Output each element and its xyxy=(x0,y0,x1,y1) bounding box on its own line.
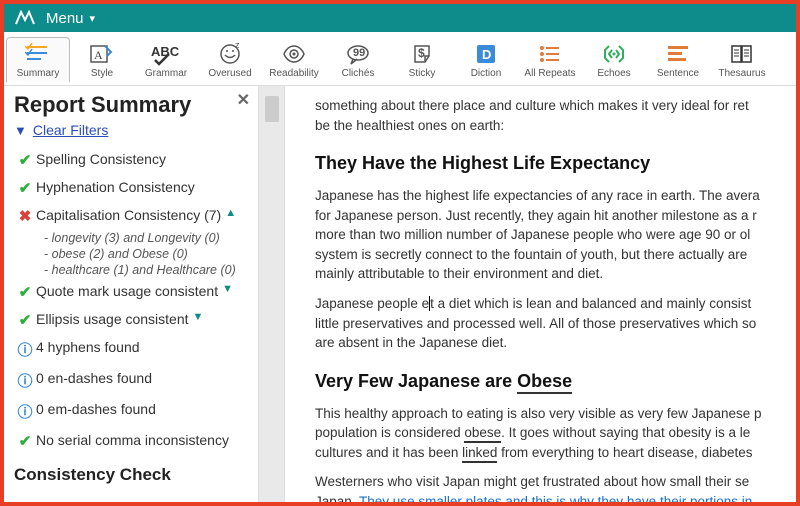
paragraph: This healthy approach to eating is also … xyxy=(315,404,796,463)
info-icon: ⓘ xyxy=(14,370,36,391)
paragraph: Westerners who visit Japan might get fru… xyxy=(315,472,796,502)
sub-item[interactable]: - obese (2) and Obese (0) xyxy=(44,246,258,262)
toolbar: Summary A Style ABC Grammar z Overused R… xyxy=(4,32,796,86)
error-icon: ✖ xyxy=(14,207,36,225)
check-icon: ✔ xyxy=(14,151,36,169)
echoes-icon xyxy=(601,40,627,68)
sidebar: ✕ Report Summary ▼ Clear Filters ✔Spelli… xyxy=(4,86,259,502)
sentence-icon xyxy=(665,40,691,68)
sub-item[interactable]: - healthcare (1) and Healthcare (0) xyxy=(44,262,258,278)
section-consistency: Consistency Check xyxy=(14,465,258,485)
diction-icon: D xyxy=(473,40,499,68)
toolbar-cliches[interactable]: 99 Clichés xyxy=(326,38,390,81)
svg-text:z: z xyxy=(235,42,240,50)
report-title: Report Summary xyxy=(14,92,258,118)
toolbar-overused[interactable]: z Overused xyxy=(198,38,262,81)
toolbar-grammar[interactable]: ABC Grammar xyxy=(134,38,198,81)
toolbar-diction[interactable]: D Diction xyxy=(454,38,518,81)
check-quotes[interactable]: ✔Quote mark usage consistent▼ xyxy=(14,278,258,306)
svg-text:A: A xyxy=(94,48,103,62)
check-hyphenation[interactable]: ✔Hyphenation Consistency xyxy=(14,174,258,202)
readability-icon xyxy=(281,40,307,68)
app-logo-icon xyxy=(14,9,36,27)
thesaurus-icon xyxy=(729,40,755,68)
expand-icon[interactable]: ▼ xyxy=(222,283,233,295)
toolbar-sticky[interactable]: $ Sticky xyxy=(390,38,454,81)
heading: They Have the Highest Life Expectancy xyxy=(315,153,796,174)
toolbar-summary[interactable]: Summary xyxy=(6,37,70,83)
check-icon: ✔ xyxy=(14,179,36,197)
menubar: Menu ▾ xyxy=(4,4,796,32)
flagged-word[interactable]: Obese xyxy=(517,371,572,394)
close-icon[interactable]: ✕ xyxy=(237,90,250,110)
overused-icon: z xyxy=(217,40,243,68)
flagged-phrase[interactable]: They use smaller plates and this is why … xyxy=(359,494,752,502)
minimap-gutter[interactable] xyxy=(259,86,285,502)
toolbar-echoes[interactable]: Echoes xyxy=(582,38,646,81)
check-capitalisation[interactable]: ✖Capitalisation Consistency (7)▲ xyxy=(14,202,258,230)
flagged-word[interactable]: linked xyxy=(462,445,497,463)
toolbar-style[interactable]: A Style xyxy=(70,38,134,81)
svg-text:99: 99 xyxy=(353,47,365,59)
paragraph: Japanese people et a diet which is lean … xyxy=(315,294,796,353)
minimap-thumb[interactable] xyxy=(265,96,279,122)
document-view[interactable]: something about there place and culture … xyxy=(285,86,796,502)
info-emdashes[interactable]: ⓘ0 em-dashes found xyxy=(14,396,258,427)
toolbar-allrepeats[interactable]: All Repeats xyxy=(518,38,582,81)
filter-icon: ▼ xyxy=(14,123,27,138)
check-spelling[interactable]: ✔Spelling Consistency xyxy=(14,146,258,174)
check-ellipsis[interactable]: ✔Ellipsis usage consistent▼ xyxy=(14,306,258,334)
summary-icon xyxy=(25,40,51,68)
grammar-icon: ABC xyxy=(151,40,181,68)
svg-text:$: $ xyxy=(418,46,425,60)
sub-item[interactable]: - longevity (3) and Longevity (0) xyxy=(44,230,258,246)
check-icon: ✔ xyxy=(14,311,36,329)
check-serialcomma[interactable]: ✔No serial comma inconsistency xyxy=(14,427,258,455)
collapse-icon[interactable]: ▲ xyxy=(225,207,236,219)
capitalisation-details: - longevity (3) and Longevity (0) - obes… xyxy=(14,230,258,278)
expand-icon[interactable]: ▼ xyxy=(193,311,204,323)
style-icon: A xyxy=(89,40,115,68)
svg-text:D: D xyxy=(482,47,491,62)
sticky-icon: $ xyxy=(409,40,435,68)
menu-button[interactable]: Menu xyxy=(46,10,84,27)
info-icon: ⓘ xyxy=(14,339,36,360)
check-icon: ✔ xyxy=(14,283,36,301)
flagged-word[interactable]: obese xyxy=(464,425,501,443)
toolbar-sentence[interactable]: Sentence xyxy=(646,38,710,81)
chevron-down-icon: ▾ xyxy=(90,12,96,25)
paragraph: Japanese has the highest life expectanci… xyxy=(315,186,796,284)
info-hyphens[interactable]: ⓘ4 hyphens found xyxy=(14,334,258,365)
toolbar-thesaurus[interactable]: Thesaurus xyxy=(710,38,774,81)
cliches-icon: 99 xyxy=(345,40,371,68)
clear-filters-link[interactable]: Clear Filters xyxy=(33,122,108,138)
heading: Very Few Japanese are Obese xyxy=(315,371,796,392)
check-icon: ✔ xyxy=(14,432,36,450)
info-endashes[interactable]: ⓘ0 en-dashes found xyxy=(14,365,258,396)
repeats-icon xyxy=(537,40,563,68)
paragraph: something about there place and culture … xyxy=(315,96,796,135)
toolbar-readability[interactable]: Readability xyxy=(262,38,326,81)
info-icon: ⓘ xyxy=(14,401,36,422)
